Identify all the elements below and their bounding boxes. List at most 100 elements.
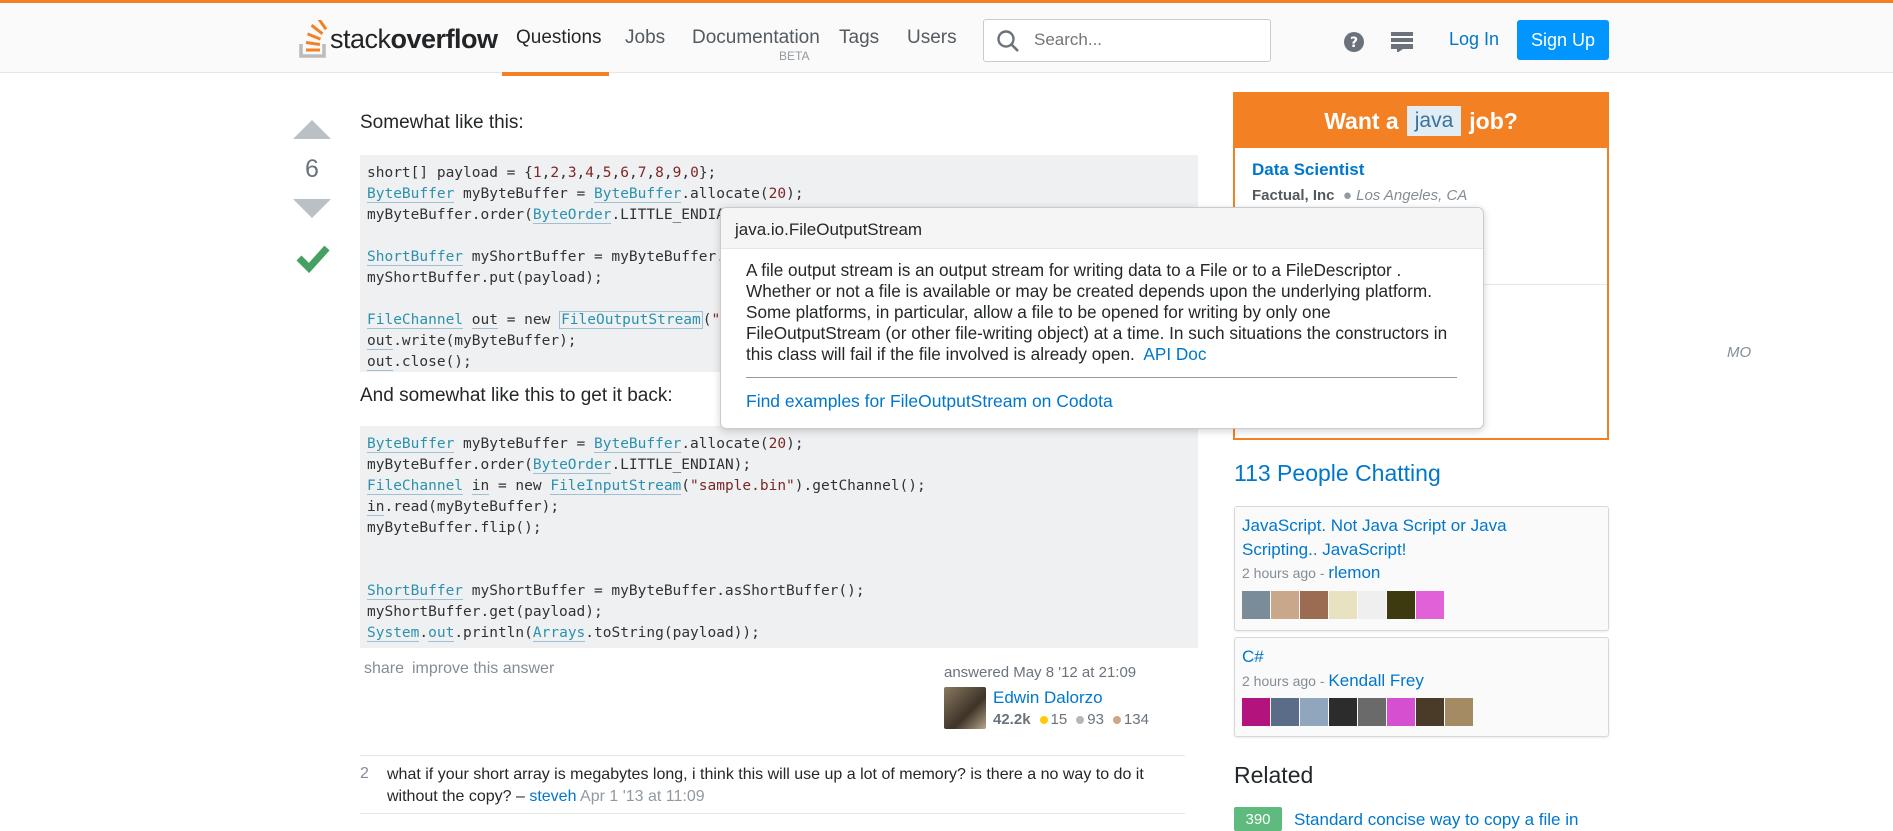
job-title[interactable]: Data Scientist bbox=[1252, 160, 1364, 180]
tooltip-body: A file output stream is an output stream… bbox=[746, 260, 1466, 365]
hovered-class-token[interactable]: FileOutputStream bbox=[559, 311, 703, 329]
nav-users[interactable]: Users bbox=[907, 27, 957, 49]
comment-date[interactable]: Apr 1 '13 at 11:09 bbox=[580, 788, 705, 805]
upvote-icon[interactable] bbox=[293, 119, 331, 141]
related-heading: Related bbox=[1234, 762, 1314, 788]
search-box[interactable] bbox=[983, 19, 1271, 62]
chat-room-user[interactable]: rlemon bbox=[1328, 563, 1380, 582]
chat-room-card[interactable]: C# 2 hours ago - Kendall Frey bbox=[1234, 637, 1609, 737]
chat-avatars bbox=[1242, 591, 1444, 619]
improve-answer-link[interactable]: improve this answer bbox=[412, 660, 554, 678]
tooltip-header: java.io.FileOutputStream bbox=[721, 208, 1483, 249]
job-company: Factual, Inc ● Los Angeles, CA bbox=[1252, 187, 1468, 204]
share-link[interactable]: share bbox=[364, 660, 404, 678]
chat-title[interactable]: 113 People Chatting bbox=[1234, 460, 1441, 487]
logo-text-bold: overflow bbox=[390, 23, 499, 54]
avatar[interactable] bbox=[1387, 698, 1415, 726]
help-icon[interactable]: ? bbox=[1344, 32, 1364, 52]
answer-username[interactable]: Edwin Dalorzo bbox=[993, 688, 1103, 708]
silver-badge-count: 93 bbox=[1087, 711, 1104, 728]
bronze-badge-icon bbox=[1112, 715, 1121, 724]
silver-badge-icon bbox=[1076, 715, 1085, 724]
avatar[interactable] bbox=[1329, 591, 1357, 619]
comment-score: 2 bbox=[360, 765, 369, 782]
chat-room-meta: 2 hours ago - Kendall Frey bbox=[1242, 671, 1424, 690]
chat-room-time: 2 hours ago bbox=[1242, 565, 1316, 581]
job-ad-want: Want a bbox=[1324, 107, 1399, 134]
code-line: ShortBuffer myShortBuffer = myByteBuffer… bbox=[367, 583, 865, 600]
api-doc-tooltip: java.io.FileOutputStream A file output s… bbox=[720, 207, 1484, 429]
job-ad-job: job? bbox=[1469, 107, 1518, 134]
avatar[interactable] bbox=[1387, 591, 1415, 619]
avatar[interactable] bbox=[1416, 591, 1444, 619]
svg-text:?: ? bbox=[1350, 35, 1358, 51]
chat-room-name[interactable]: C# bbox=[1242, 645, 1582, 669]
avatar[interactable] bbox=[1242, 591, 1270, 619]
avatar[interactable] bbox=[1445, 698, 1473, 726]
comment-divider bbox=[360, 813, 1185, 814]
avatar[interactable] bbox=[1329, 698, 1357, 726]
accepted-checkmark-icon bbox=[296, 245, 330, 273]
site-logo[interactable]: stackoverflow bbox=[298, 17, 498, 61]
job-location: Los Angeles, CA bbox=[1356, 187, 1468, 204]
chat-room-time: 2 hours ago bbox=[1242, 673, 1316, 689]
vote-count: 6 bbox=[305, 155, 319, 183]
avatar[interactable] bbox=[1242, 698, 1270, 726]
related-question-link[interactable]: Standard concise way to copy a file in bbox=[1294, 810, 1578, 830]
avatar[interactable] bbox=[1271, 698, 1299, 726]
tooltip-title: java.io.FileOutputStream bbox=[735, 220, 923, 239]
answered-date: answered May 8 '12 at 21:09 bbox=[944, 664, 1137, 681]
job-location-partial: MO bbox=[1727, 344, 1752, 361]
signup-button[interactable]: Sign Up bbox=[1517, 20, 1609, 60]
chat-room-user[interactable]: Kendall Frey bbox=[1328, 671, 1423, 690]
code-line: myByteBuffer.order(ByteOrder.LITTLE_ENDI… bbox=[367, 457, 752, 474]
code-line: myByteBuffer.flip(); bbox=[367, 520, 542, 536]
code-line: ByteBuffer myByteBuffer = ByteBuffer.all… bbox=[367, 436, 804, 453]
nav-questions[interactable]: Questions bbox=[516, 27, 602, 49]
stack-logo-icon bbox=[299, 20, 328, 58]
answer-intro: Somewhat like this: bbox=[360, 112, 524, 133]
avatar[interactable] bbox=[1271, 591, 1299, 619]
job-ad-header: Want a java job? bbox=[1235, 94, 1607, 148]
bronze-badge-count: 134 bbox=[1123, 711, 1149, 728]
api-doc-link[interactable]: API Doc bbox=[1143, 344, 1206, 364]
comment: what if your short array is megabytes lo… bbox=[387, 764, 1187, 808]
code-block-read: ByteBuffer myByteBuffer = ByteBuffer.all… bbox=[360, 426, 1198, 648]
avatar[interactable] bbox=[1300, 591, 1328, 619]
tooltip-description: A file output stream is an output stream… bbox=[746, 260, 1448, 364]
code-line: FileChannel in = new FileInputStream("sa… bbox=[367, 478, 926, 495]
user-reputation: 42.2k 15 93 134 bbox=[993, 711, 1149, 728]
avatar[interactable] bbox=[1358, 698, 1386, 726]
avatar[interactable] bbox=[1416, 698, 1444, 726]
chat-room-card[interactable]: JavaScript. Not Java Script or Java Scri… bbox=[1234, 506, 1609, 631]
answer-middle-text: And somewhat like this to get it back: bbox=[360, 385, 673, 406]
code-line: ByteBuffer myByteBuffer = ByteBuffer.all… bbox=[367, 186, 804, 203]
comment-body: what if your short array is megabytes lo… bbox=[387, 766, 1144, 805]
search-icon bbox=[997, 30, 1019, 52]
nav-documentation[interactable]: Documentation bbox=[692, 27, 820, 49]
chat-room-name[interactable]: JavaScript. Not Java Script or Java Scri… bbox=[1242, 514, 1582, 562]
code-line: myShortBuffer.get(payload); bbox=[367, 604, 603, 620]
comment-user[interactable]: steveh bbox=[529, 788, 576, 805]
search-input[interactable] bbox=[1032, 29, 1261, 51]
comment-divider bbox=[360, 755, 1185, 756]
job-tag[interactable]: java bbox=[1406, 106, 1462, 136]
nav-jobs[interactable]: Jobs bbox=[625, 27, 665, 49]
codota-link[interactable]: Find examples for FileOutputStream on Co… bbox=[746, 391, 1113, 412]
avatar[interactable] bbox=[1358, 591, 1386, 619]
top-bar: stackoverflow Questions Jobs Documentati… bbox=[0, 0, 1893, 76]
logo-text: stackoverflow bbox=[330, 24, 498, 55]
inbox-icon[interactable] bbox=[1391, 32, 1413, 52]
avatar[interactable] bbox=[944, 687, 986, 729]
job-company-name: Factual, Inc bbox=[1252, 187, 1335, 204]
downvote-icon[interactable] bbox=[293, 198, 331, 220]
chat-room-meta: 2 hours ago - rlemon bbox=[1242, 563, 1381, 582]
avatar[interactable] bbox=[1300, 698, 1328, 726]
code-line: in.read(myByteBuffer); bbox=[367, 499, 560, 516]
nav-tags[interactable]: Tags bbox=[839, 27, 879, 49]
related-score-badge: 390 bbox=[1234, 807, 1282, 831]
active-nav-indicator bbox=[502, 72, 609, 76]
login-link[interactable]: Log In bbox=[1449, 29, 1499, 50]
